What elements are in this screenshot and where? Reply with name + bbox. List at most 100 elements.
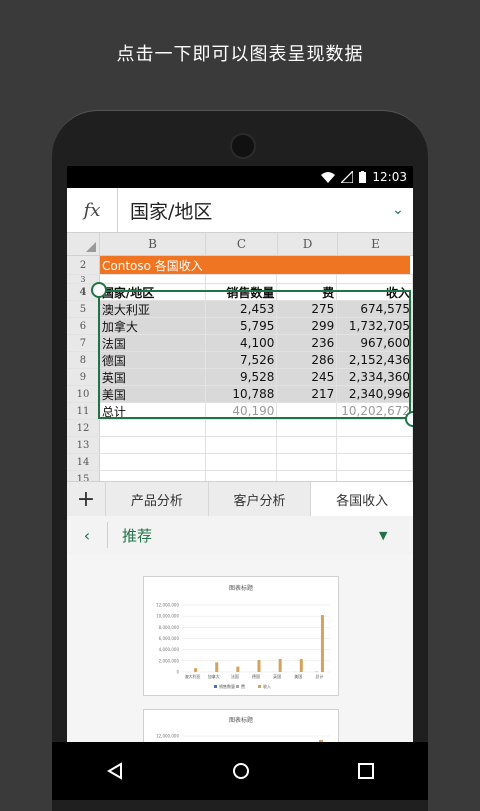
cell-d[interactable] <box>276 256 335 274</box>
cell-e[interactable] <box>337 275 413 283</box>
cell-e[interactable] <box>337 437 413 453</box>
cell-d[interactable] <box>277 437 337 453</box>
cell-e[interactable] <box>335 256 410 274</box>
cell-e[interactable]: 2,334,360 <box>337 369 413 385</box>
cell-e[interactable] <box>337 420 413 436</box>
tab-country-revenue[interactable]: 各国收入 <box>310 482 413 516</box>
row-header[interactable]: 12 <box>67 420 100 436</box>
cell-e[interactable]: 10,202,672 <box>337 403 413 419</box>
spreadsheet-grid[interactable]: B C D E 2Contoso 各国收入34国家/地区销售数量费收入5澳大利亚… <box>67 233 413 488</box>
row-header[interactable]: 13 <box>67 437 100 453</box>
cell-e[interactable]: 收入 <box>337 284 413 300</box>
recents-icon[interactable] <box>358 763 374 779</box>
column-header-e[interactable]: E <box>338 233 413 255</box>
cell-d[interactable] <box>277 420 337 436</box>
row-header[interactable]: 2 <box>67 256 100 274</box>
formula-bar[interactable]: fx 国家/地区 ⌄ <box>67 188 413 233</box>
cell-c[interactable] <box>206 437 278 453</box>
bar-chart-preview: 图表标题12,000,00010,000,0008,000,0006,000,0… <box>144 577 338 695</box>
formula-input[interactable]: 国家/地区 <box>118 197 383 224</box>
home-icon[interactable] <box>232 762 250 780</box>
cell-c[interactable] <box>206 275 278 283</box>
row-header[interactable]: 5 <box>67 301 100 317</box>
cell-b[interactable]: 总计 <box>100 403 206 419</box>
cell-c[interactable]: 7,526 <box>206 352 278 368</box>
cell-d[interactable]: 286 <box>277 352 337 368</box>
row-header[interactable]: 9 <box>67 369 100 385</box>
cell-c[interactable]: 40,190 <box>206 403 278 419</box>
row-header[interactable]: 8 <box>67 352 100 368</box>
x-tick-label: 总计 <box>315 673 323 679</box>
dropdown-triangle-icon[interactable]: ▼ <box>379 529 413 542</box>
cell-c[interactable] <box>205 256 276 274</box>
promo-caption: 点击一下即可以图表呈现数据 <box>0 40 480 66</box>
cell-c[interactable]: 2,453 <box>206 301 278 317</box>
selection-handle-top[interactable] <box>91 282 107 298</box>
cell-d[interactable]: 245 <box>277 369 337 385</box>
tab-product-analysis[interactable]: 产品分析 <box>105 482 208 516</box>
row-header[interactable]: 10 <box>67 386 100 402</box>
row-header[interactable]: 14 <box>67 454 100 470</box>
cell-c[interactable]: 4,100 <box>206 335 278 351</box>
chart-title: 图表标题 <box>229 716 253 724</box>
chart-preview-card-2[interactable]: 图表标题12,000,00010,000,000 <box>143 709 339 742</box>
x-tick-label: 英国 <box>273 673 281 679</box>
select-all-corner[interactable] <box>67 233 100 255</box>
cell-c[interactable]: 10,788 <box>206 386 278 402</box>
cell-b[interactable] <box>100 420 206 436</box>
grid-row: 6加拿大5,7952991,732,705 <box>67 318 413 335</box>
add-sheet-button[interactable]: + <box>67 482 105 516</box>
row-header[interactable]: 11 <box>67 403 100 419</box>
cell-b[interactable] <box>100 437 206 453</box>
cell-b[interactable] <box>100 275 206 283</box>
bar-2 <box>258 660 261 672</box>
column-header-c[interactable]: C <box>206 233 278 255</box>
grid-row: 5澳大利亚2,453275674,575 <box>67 301 413 318</box>
back-icon[interactable] <box>106 762 124 780</box>
grid-row: 12 <box>67 420 413 437</box>
android-nav-bar <box>52 742 428 800</box>
cell-d[interactable]: 275 <box>277 301 337 317</box>
cell-b[interactable]: 国家/地区 <box>100 284 206 300</box>
cell-b[interactable]: 法国 <box>100 335 206 351</box>
cell-d[interactable] <box>277 403 337 419</box>
cell-d[interactable] <box>277 454 337 470</box>
cell-c[interactable]: 5,795 <box>206 318 278 334</box>
cell-e[interactable]: 674,575 <box>337 301 413 317</box>
column-header-d[interactable]: D <box>278 233 338 255</box>
cell-b[interactable]: 美国 <box>100 386 206 402</box>
row-header[interactable]: 7 <box>67 335 100 351</box>
cell-c[interactable] <box>206 420 278 436</box>
column-header-b[interactable]: B <box>100 233 206 255</box>
y-tick-label: 6,000,000 <box>159 636 180 641</box>
chart-preview-card[interactable]: 图表标题12,000,00010,000,0008,000,0006,000,0… <box>143 576 339 696</box>
cell-e[interactable]: 2,340,996 <box>337 386 413 402</box>
grid-row: 14 <box>67 454 413 471</box>
back-chevron-icon[interactable]: ‹ <box>67 526 107 545</box>
cell-d[interactable]: 费 <box>277 284 337 300</box>
cell-d[interactable]: 236 <box>277 335 337 351</box>
cell-c[interactable] <box>206 454 278 470</box>
cell-b[interactable]: 德国 <box>100 352 206 368</box>
cell-d[interactable] <box>277 275 337 283</box>
cell-c[interactable]: 销售数量 <box>206 284 278 300</box>
cell-e[interactable]: 967,600 <box>337 335 413 351</box>
sheet-tab-bar: + 产品分析 客户分析 各国收入 <box>67 481 413 517</box>
cell-b[interactable] <box>100 454 206 470</box>
cell-e[interactable]: 1,732,705 <box>337 318 413 334</box>
row-header[interactable]: 6 <box>67 318 100 334</box>
cell-b[interactable]: 加拿大 <box>100 318 206 334</box>
legend-swatch <box>236 685 239 688</box>
cell-b[interactable]: 澳大利亚 <box>100 301 206 317</box>
tab-customer-analysis[interactable]: 客户分析 <box>208 482 311 516</box>
cell-e[interactable]: 2,152,436 <box>337 352 413 368</box>
cell-d[interactable]: 217 <box>277 386 337 402</box>
cell-c[interactable]: 9,528 <box>206 369 278 385</box>
cell-b[interactable]: Contoso 各国收入 <box>100 256 205 274</box>
cell-b[interactable]: 英国 <box>100 369 206 385</box>
cell-e[interactable] <box>337 454 413 470</box>
chevron-down-icon[interactable]: ⌄ <box>383 202 413 218</box>
fx-icon[interactable]: fx <box>67 188 118 232</box>
grid-row: 10美国10,7882172,340,996 <box>67 386 413 403</box>
cell-d[interactable]: 299 <box>277 318 337 334</box>
